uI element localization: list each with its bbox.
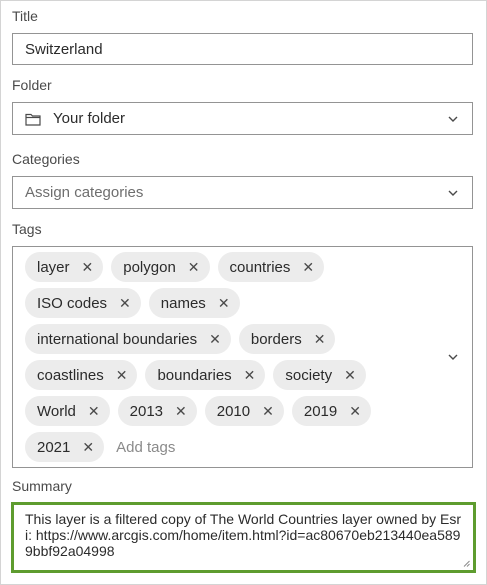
close-icon[interactable]: ✕ xyxy=(88,404,100,418)
tags-row: layer ✕ polygon ✕ countries ✕ xyxy=(25,252,325,282)
close-icon[interactable]: ✕ xyxy=(188,260,200,274)
tag-label: 2019 xyxy=(303,402,338,420)
tags-input[interactable]: layer ✕ polygon ✕ countries ✕ ISO codes ✕ na… xyxy=(12,246,473,468)
tag-label: 2021 xyxy=(37,438,71,456)
tag-label: boundaries xyxy=(157,366,232,384)
tag-chip: 2019 ✕ xyxy=(291,396,371,426)
tag-chip: World ✕ xyxy=(25,396,110,426)
tags-row: international boundaries ✕ borders ✕ xyxy=(25,324,336,354)
chevron-down-icon[interactable] xyxy=(447,351,459,363)
tag-label: 2010 xyxy=(216,402,251,420)
close-icon[interactable]: ✕ xyxy=(116,368,128,382)
tag-label: coastlines xyxy=(37,366,104,384)
add-tags-input[interactable]: Add tags xyxy=(116,439,175,456)
title-label: Title xyxy=(12,8,38,24)
tag-chip: 2021 ✕ xyxy=(25,432,105,462)
close-icon[interactable]: ✕ xyxy=(218,296,230,310)
categories-label: Categories xyxy=(12,151,80,167)
tags-label: Tags xyxy=(12,221,42,237)
tag-chip: polygon ✕ xyxy=(111,252,210,282)
tag-label: ISO codes xyxy=(37,294,108,312)
close-icon[interactable]: ✕ xyxy=(82,440,94,454)
tag-chip: layer ✕ xyxy=(25,252,104,282)
categories-placeholder: Assign categories xyxy=(25,184,144,201)
close-icon[interactable]: ✕ xyxy=(119,296,131,310)
tag-label: polygon xyxy=(123,258,176,276)
summary-text: This layer is a filtered copy of The Wor… xyxy=(25,511,462,559)
tag-chip: society ✕ xyxy=(273,360,366,390)
tag-chip: boundaries ✕ xyxy=(145,360,266,390)
tag-label: 2013 xyxy=(129,402,164,420)
folder-icon xyxy=(25,113,41,126)
tag-chip: countries ✕ xyxy=(217,252,325,282)
close-icon[interactable]: ✕ xyxy=(175,404,187,418)
close-icon[interactable]: ✕ xyxy=(314,332,326,346)
close-icon[interactable]: ✕ xyxy=(349,404,361,418)
tag-label: World xyxy=(37,402,76,420)
tags-row: World ✕ 2013 ✕ 2010 ✕ 2019 ✕ xyxy=(25,396,371,426)
tag-chip: ISO codes ✕ xyxy=(25,288,141,318)
close-icon[interactable]: ✕ xyxy=(262,404,274,418)
tags-row: 2021 ✕ Add tags xyxy=(25,432,175,462)
tag-label: names xyxy=(160,294,206,312)
tag-label: countries xyxy=(229,258,291,276)
title-input-value: Switzerland xyxy=(25,41,103,58)
tag-chip: borders ✕ xyxy=(238,324,336,354)
folder-select[interactable]: Your folder xyxy=(12,102,473,135)
tags-row: coastlines ✕ boundaries ✕ society ✕ xyxy=(25,360,366,390)
tag-chip: 2013 ✕ xyxy=(117,396,197,426)
title-input[interactable]: Switzerland xyxy=(12,33,473,65)
chevron-down-icon xyxy=(448,116,458,122)
close-icon[interactable]: ✕ xyxy=(209,332,221,346)
summary-label: Summary xyxy=(12,478,72,494)
tag-chip: international boundaries ✕ xyxy=(25,324,231,354)
summary-textarea[interactable]: This layer is a filtered copy of The Wor… xyxy=(11,502,476,573)
folder-label: Folder xyxy=(12,77,52,93)
resize-grip-icon[interactable] xyxy=(463,560,470,567)
tags-row: ISO codes ✕ names ✕ xyxy=(25,288,240,318)
close-icon[interactable]: ✕ xyxy=(302,260,314,274)
close-icon[interactable]: ✕ xyxy=(244,368,256,382)
item-details-form: Title Switzerland Folder Your folder Cat… xyxy=(0,0,487,585)
tag-label: borders xyxy=(250,330,302,348)
tag-label: international boundaries xyxy=(37,330,198,348)
close-icon[interactable]: ✕ xyxy=(344,368,356,382)
tag-chip: 2010 ✕ xyxy=(204,396,284,426)
categories-select[interactable]: Assign categories xyxy=(12,176,473,209)
tag-chip: names ✕ xyxy=(148,288,240,318)
close-icon[interactable]: ✕ xyxy=(82,260,94,274)
tag-label: society xyxy=(285,366,333,384)
chevron-down-icon xyxy=(448,190,458,196)
folder-select-value: Your folder xyxy=(53,110,125,127)
tag-label: layer xyxy=(37,258,70,276)
tag-chip: coastlines ✕ xyxy=(25,360,138,390)
